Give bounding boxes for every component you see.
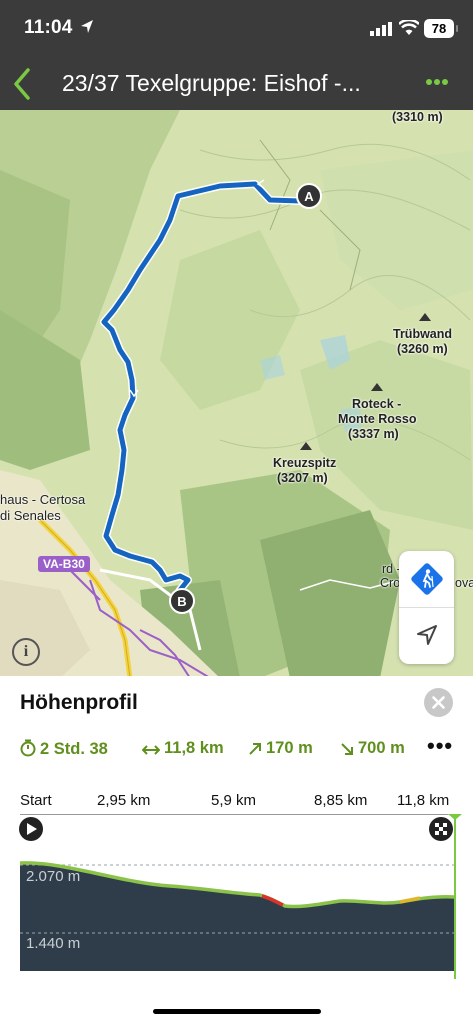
axis-tick-start: Start (20, 792, 52, 809)
stat-ascent-value: 170 m (266, 739, 313, 757)
status-time: 11:04 (24, 17, 73, 38)
axis-tick-4: 11,8 km (397, 792, 450, 809)
elevation-label-lower: 1.440 m (26, 935, 81, 952)
map-label-partial-3: ova (455, 576, 473, 590)
stat-ascent: 170 m (248, 739, 313, 758)
close-button[interactable] (424, 688, 453, 717)
axis-tick-1: 2,95 km (97, 792, 151, 809)
hiking-route-icon[interactable] (409, 561, 445, 597)
finish-flag-icon (429, 817, 453, 841)
home-indicator (153, 1009, 321, 1014)
descent-icon (341, 743, 353, 755)
axis-tick-2: 5,9 km (211, 792, 257, 809)
controls-divider (399, 607, 454, 608)
status-bar: 11:04 78 (0, 0, 473, 58)
map-label-kreuzspitz-elevation: (3207 m) (277, 471, 328, 485)
map-label-truebwand-elevation: (3260 m) (397, 342, 448, 356)
map-label-partial-1: rd - (382, 562, 401, 576)
map-label-partial-2: Cro (380, 576, 401, 590)
map-label-kreuzspitz-name: Kreuzspitz (273, 456, 337, 470)
navigation-bar: 23/37 Texelgruppe: Eishof -... (0, 58, 473, 110)
stat-distance-value: 11,8 km (164, 739, 224, 757)
stopwatch-icon (20, 739, 36, 757)
start-marker-label: A (304, 189, 314, 204)
map-label-top-peak: (3310 m) (392, 110, 443, 124)
wifi-icon (399, 20, 419, 35)
more-options-icon[interactable] (425, 78, 449, 86)
start-flag-icon (19, 817, 43, 841)
map-label-karthaus: haus - Certosa (0, 492, 86, 507)
stat-descent-value: 700 m (358, 739, 405, 757)
stat-distance: 11,8 km (141, 739, 224, 758)
close-icon (432, 696, 445, 709)
map-label-roteck-name-2: Monte Rosso (338, 412, 417, 426)
page-title: 23/37 Texelgruppe: Eishof -... (62, 70, 361, 96)
road-badge: VA-B30 (38, 556, 90, 572)
stats-more-button[interactable]: ••• (427, 733, 453, 759)
map-label-roteck-name: Roteck - (352, 397, 402, 411)
elevation-profile-chart[interactable] (0, 814, 473, 984)
route-stats: 2 Std. 38 11,8 km 170 m 700 m ••• (20, 733, 460, 761)
map-label-roteck-elevation: (3337 m) (348, 427, 399, 441)
battery-indicator: 78 (424, 19, 458, 38)
axis-tick-3: 8,85 km (314, 792, 368, 809)
map-info-button[interactable]: i (12, 638, 40, 666)
map-label-senales: di Senales (0, 508, 61, 523)
end-marker-label: B (177, 594, 186, 609)
cellular-signal-icon (370, 22, 392, 36)
stat-duration: 2 Std. 38 (20, 739, 108, 759)
stat-duration-value: 2 Std. 38 (40, 740, 108, 758)
back-chevron-icon[interactable] (12, 66, 32, 102)
location-arrow-icon (81, 20, 93, 33)
map-view[interactable]: A B (3310 m) Trübwand (3260 m) Roteck - … (0, 110, 473, 678)
map-controls (399, 551, 454, 664)
elevation-label-upper: 2.070 m (26, 868, 81, 885)
elevation-profile-sheet: Höhenprofil 2 Std. 38 11,8 km 170 m 700 … (0, 676, 473, 1024)
location-arrow-icon[interactable] (415, 623, 439, 647)
distance-icon (141, 745, 161, 755)
ascent-icon (249, 743, 261, 755)
stat-descent: 700 m (340, 739, 405, 758)
sheet-title: Höhenprofil (20, 691, 138, 714)
map-label-truebwand-name: Trübwand (393, 327, 453, 341)
